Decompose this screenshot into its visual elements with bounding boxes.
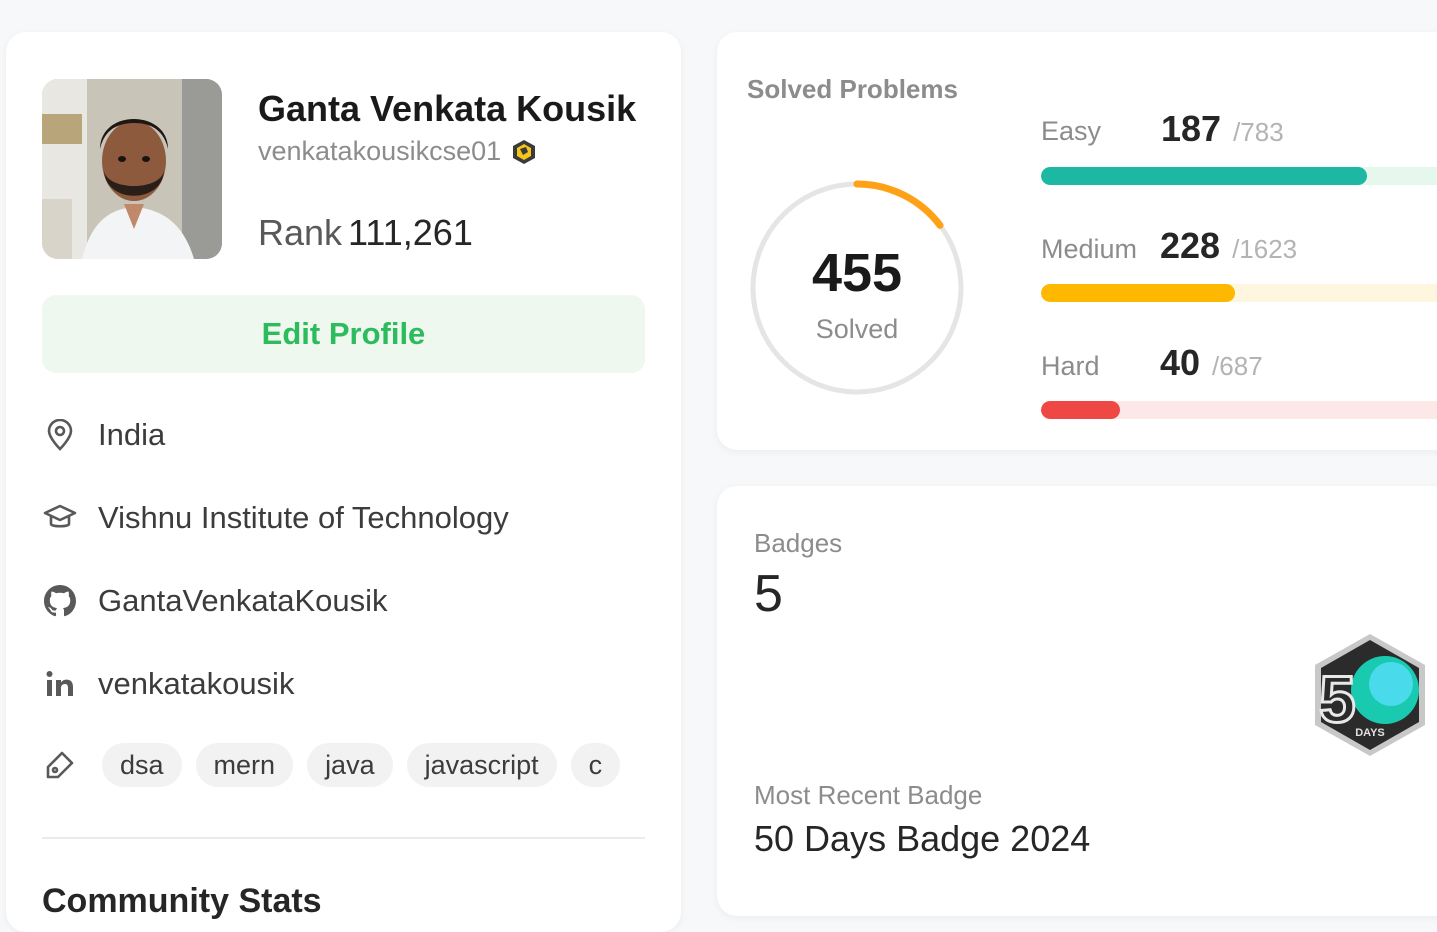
community-stats-title: Community Stats xyxy=(42,882,322,920)
solved-problems-card: Solved Problems 455 Solved Easy 187/783 … xyxy=(717,32,1437,450)
github-row[interactable]: GantaVenkataKousik xyxy=(42,581,388,621)
skill-tag[interactable]: dsa xyxy=(102,743,182,787)
skill-tag[interactable]: c xyxy=(570,743,621,787)
easy-progress-bar xyxy=(1041,167,1437,185)
easy-count: 187/783 xyxy=(1161,108,1284,150)
tag-icon xyxy=(42,747,78,783)
github-icon xyxy=(42,583,78,619)
easy-solved: 187 xyxy=(1161,108,1222,149)
hard-progress-fill xyxy=(1041,401,1121,419)
rank-value: 111,261 xyxy=(348,212,473,253)
location-text: India xyxy=(98,417,166,452)
linkedin-text[interactable]: venkatakousik xyxy=(98,666,294,702)
profile-username: venkatakousikcse01 xyxy=(258,136,537,167)
skill-tag[interactable]: javascript xyxy=(406,743,557,787)
avatar[interactable] xyxy=(42,79,222,259)
edit-profile-button[interactable]: Edit Profile xyxy=(42,295,645,373)
svg-text:5: 5 xyxy=(1319,662,1356,736)
education-row: Vishnu Institute of Technology xyxy=(42,498,509,538)
most-recent-badge-name[interactable]: 50 Days Badge 2024 xyxy=(754,818,1090,860)
avatar-image xyxy=(42,79,222,259)
medium-progress-bar xyxy=(1041,284,1437,302)
skill-tag[interactable]: java xyxy=(307,743,393,787)
rank-display: Rank 111,261 xyxy=(258,212,473,254)
skills-row: dsa mern java javascript c xyxy=(42,743,634,787)
easy-total: /783 xyxy=(1233,117,1284,147)
divider xyxy=(42,837,645,839)
hard-progress-bar xyxy=(1041,401,1437,419)
rank-label: Rank xyxy=(258,212,343,253)
svg-text:DAYS: DAYS xyxy=(1355,727,1385,739)
medium-label: Medium xyxy=(1041,234,1138,264)
hard-total: /687 xyxy=(1212,351,1263,381)
profile-name: Ganta Venkata Kousik xyxy=(258,88,637,129)
knight-badge-icon[interactable] xyxy=(511,139,537,165)
school-text: Vishnu Institute of Technology xyxy=(98,500,509,535)
solved-label: Solved xyxy=(815,314,899,344)
username-text: venkatakousikcse01 xyxy=(258,136,502,166)
profile-card: Ganta Venkata Kousik venkatakousikcse01 … xyxy=(6,32,681,932)
medium-progress-fill xyxy=(1041,284,1235,302)
hard-label: Hard xyxy=(1041,351,1100,381)
solved-problems-title: Solved Problems xyxy=(747,74,958,104)
skill-tag[interactable]: mern xyxy=(195,743,294,787)
location-pin-icon xyxy=(42,417,78,453)
badges-title: Badges xyxy=(754,528,843,558)
graduation-cap-icon xyxy=(42,500,78,536)
most-recent-badge-title: Most Recent Badge xyxy=(754,780,983,810)
badges-card: Badges 5 5 DAYS Most Recent Badge 50 Day… xyxy=(717,486,1437,916)
linkedin-icon xyxy=(42,666,78,702)
easy-label: Easy xyxy=(1041,116,1102,146)
hard-solved: 40 xyxy=(1160,342,1201,383)
medium-total: /1623 xyxy=(1232,234,1298,264)
medium-solved: 228 xyxy=(1160,225,1221,266)
github-text[interactable]: GantaVenkataKousik xyxy=(98,583,388,619)
solved-total: 455 xyxy=(811,243,903,303)
fifty-days-badge-icon[interactable]: 5 DAYS xyxy=(1311,632,1429,758)
medium-count: 228/1623 xyxy=(1160,225,1297,267)
badges-count: 5 xyxy=(754,565,783,623)
hard-count: 40/687 xyxy=(1160,342,1263,384)
location-row: India xyxy=(42,415,165,455)
linkedin-row[interactable]: venkatakousik xyxy=(42,664,294,704)
easy-progress-fill xyxy=(1041,167,1367,185)
